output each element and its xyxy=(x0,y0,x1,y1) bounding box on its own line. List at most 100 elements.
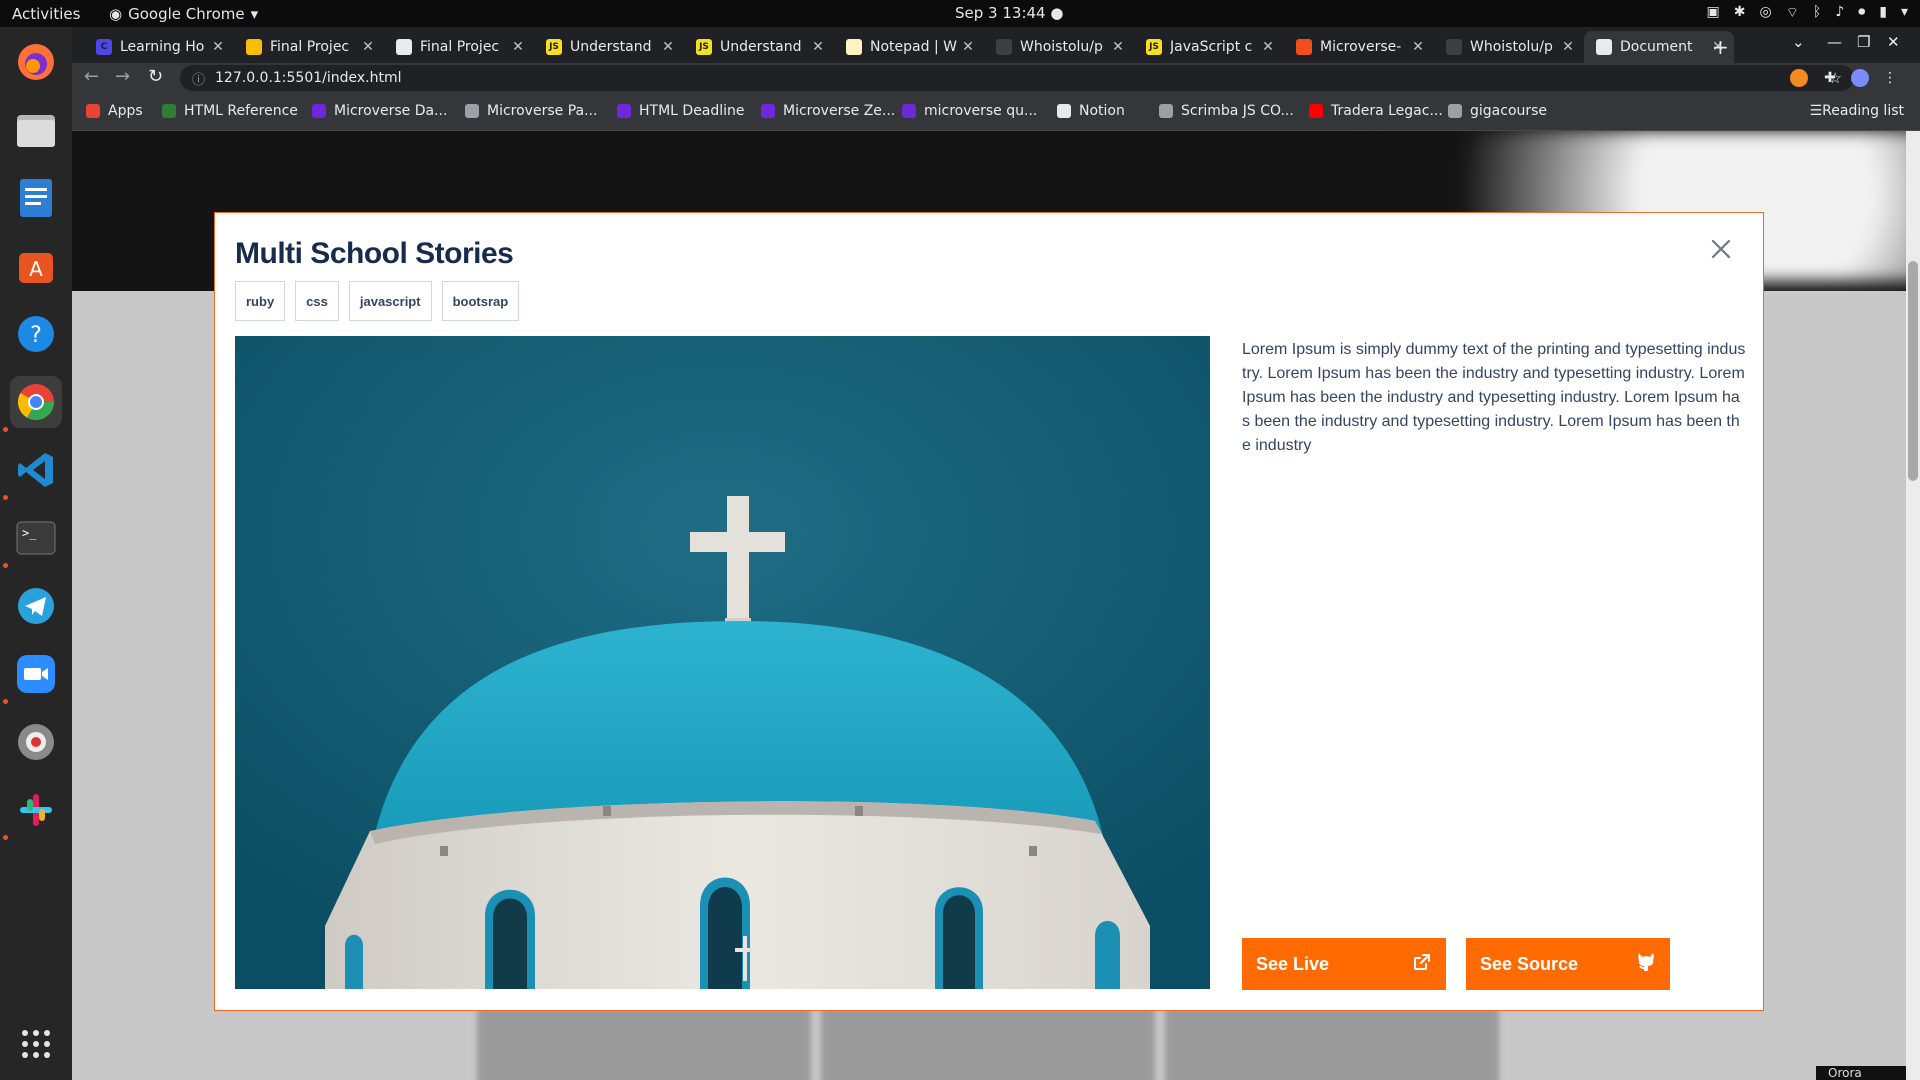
telegram-icon[interactable] xyxy=(10,580,62,632)
bookmark-item[interactable]: Scrimba JS CO... xyxy=(1159,103,1294,119)
maximize-icon[interactable]: ❐ xyxy=(1857,33,1870,51)
volume-icon[interactable]: ♪ xyxy=(1835,4,1844,22)
scrollbar-thumb[interactable] xyxy=(1908,261,1918,481)
running-indicator xyxy=(3,699,8,704)
slack-tray-icon[interactable]: ✱ xyxy=(1734,4,1746,22)
forward-icon[interactable]: → xyxy=(115,66,130,87)
tab-close-icon[interactable]: ✕ xyxy=(1558,39,1578,55)
extension-icon[interactable] xyxy=(1790,69,1808,87)
tab-title: Final Projec xyxy=(270,39,350,55)
terminal-icon[interactable]: >_ xyxy=(10,512,62,564)
tab-close-icon[interactable]: ✕ xyxy=(208,39,228,55)
extensions-puzzle-icon[interactable]: ✚ xyxy=(1821,69,1839,87)
power-menu-icon[interactable]: ▾ xyxy=(1901,4,1908,22)
vscode-icon[interactable] xyxy=(10,444,62,496)
tab-title: Microverse- xyxy=(1320,39,1402,55)
app-menu[interactable]: ◉ Google Chrome ▾ xyxy=(109,5,258,23)
ubuntu-software-icon[interactable]: A xyxy=(10,240,62,292)
see-live-button[interactable]: See Live xyxy=(1242,938,1446,990)
wifi-icon[interactable]: ⌔ xyxy=(1786,4,1799,22)
bookmark-label: HTML Deadline xyxy=(639,103,745,119)
tab-close-icon[interactable]: ✕ xyxy=(1258,39,1278,55)
profile-avatar[interactable] xyxy=(1851,69,1869,87)
reading-list-button[interactable]: ☰ Reading list xyxy=(1810,103,1904,119)
bookmark-item[interactable]: gigacourse xyxy=(1448,103,1547,119)
tab-title: Final Projec xyxy=(420,39,500,55)
mic-icon[interactable]: ⏺ xyxy=(1858,4,1865,22)
tab-close-icon[interactable]: ✕ xyxy=(358,39,378,55)
tab-6[interactable]: Whoistolu/p ✕ xyxy=(984,31,1134,63)
tab-close-icon[interactable]: ✕ xyxy=(1108,39,1128,55)
site-info-icon[interactable]: ⓘ xyxy=(192,69,205,88)
tab-close-icon[interactable]: ✕ xyxy=(1408,39,1428,55)
minimize-icon[interactable]: — xyxy=(1827,33,1842,51)
new-tab-icon[interactable]: + xyxy=(1712,35,1729,59)
external-link-icon xyxy=(1412,952,1432,977)
tab-0[interactable]: C Learning Ho ✕ xyxy=(84,31,234,63)
firefox-icon[interactable] xyxy=(10,36,62,88)
bookmark-item[interactable]: Microverse Pa... xyxy=(465,103,597,119)
tab-close-icon[interactable]: ✕ xyxy=(958,39,978,55)
tab-favicon-icon: JS xyxy=(696,39,712,55)
tab-4[interactable]: JS Understand ✕ xyxy=(684,31,834,63)
apps-grid-icon xyxy=(86,104,100,118)
bookmark-item[interactable]: Tradera Legac... xyxy=(1309,103,1443,119)
window-close-icon[interactable]: ✕ xyxy=(1887,33,1900,51)
tab-1[interactable]: Final Projec ✕ xyxy=(234,31,384,63)
google-chrome-icon[interactable] xyxy=(10,376,62,428)
back-icon[interactable]: ← xyxy=(84,66,99,87)
corner-label: Orora xyxy=(1816,1066,1906,1080)
chrome-tray-icon[interactable]: ◎ xyxy=(1760,4,1772,22)
background-project-cards xyxy=(477,1006,1499,1080)
bookmark-item[interactable]: HTML Deadline xyxy=(617,103,745,119)
clock[interactable]: Sep 3 13:44 ● xyxy=(955,4,1063,22)
tab-8[interactable]: Microverse- ✕ xyxy=(1284,31,1434,63)
bluetooth-icon[interactable]: ᛒ xyxy=(1813,4,1821,22)
bookmark-label: Notion xyxy=(1079,103,1125,119)
running-indicator xyxy=(3,495,8,500)
bookmark-item[interactable]: HTML Reference xyxy=(162,103,298,119)
tab-3[interactable]: JS Understand ✕ xyxy=(534,31,684,63)
bookmark-item[interactable]: microverse qu... xyxy=(902,103,1037,119)
bookmarks-bar: Apps HTML Reference Microverse Da... Microv… xyxy=(72,93,1920,131)
github-icon xyxy=(1636,951,1656,978)
tab-close-icon[interactable]: ✕ xyxy=(808,39,828,55)
bookmark-favicon-icon xyxy=(761,104,775,118)
tab-strip: C Learning Ho ✕ Final Projec ✕ Final Projec ✕ J… xyxy=(72,27,1920,63)
bookmark-item[interactable]: Notion xyxy=(1057,103,1125,119)
system-tray[interactable]: ▣ ✱ ◎ ⌔ ᛒ ♪ ⏺ ▮ ▾ xyxy=(1707,4,1908,22)
tab-title: JavaScript c xyxy=(1170,39,1253,55)
bookmark-item[interactable]: Microverse Da... xyxy=(312,103,447,119)
kebab-menu-icon[interactable]: ⋮ xyxy=(1881,69,1899,87)
tab-2[interactable]: Final Projec ✕ xyxy=(384,31,534,63)
screenshot-icon[interactable] xyxy=(10,716,62,768)
tab-search-icon[interactable]: ⌄ xyxy=(1792,33,1805,51)
tab-9[interactable]: Whoistolu/p ✕ xyxy=(1434,31,1584,63)
tab-7[interactable]: JS JavaScript c ✕ xyxy=(1134,31,1284,63)
zoom-tray-icon[interactable]: ▣ xyxy=(1707,4,1720,22)
tab-close-icon[interactable]: ✕ xyxy=(508,39,528,55)
help-icon[interactable]: ? xyxy=(10,308,62,360)
tab-title: Whoistolu/p xyxy=(1020,39,1103,55)
libreoffice-writer-icon[interactable] xyxy=(10,172,62,224)
bookmark-label: gigacourse xyxy=(1470,103,1548,119)
battery-icon[interactable]: ▮ xyxy=(1879,4,1887,22)
zoom-icon[interactable] xyxy=(10,648,62,700)
modal-title: Multi School Stories xyxy=(235,237,514,270)
files-icon[interactable] xyxy=(10,104,62,156)
address-bar[interactable]: ⓘ 127.0.0.1:5501/index.html ☆ xyxy=(180,65,1854,91)
slack-icon[interactable] xyxy=(10,784,62,836)
reload-icon[interactable]: ↻ xyxy=(148,66,163,87)
bookmark-item[interactable]: Apps xyxy=(86,103,143,119)
see-source-button[interactable]: See Source xyxy=(1466,938,1670,990)
svg-text:A: A xyxy=(29,257,43,281)
close-icon[interactable] xyxy=(1709,237,1733,261)
activities-button[interactable]: Activities xyxy=(12,5,80,23)
url-text: 127.0.0.1:5501/index.html xyxy=(215,70,402,86)
tab-close-icon[interactable]: ✕ xyxy=(658,39,678,55)
bookmark-item[interactable]: Microverse Ze... xyxy=(761,103,895,119)
show-apps-grid-icon[interactable] xyxy=(10,1018,62,1070)
page-scrollbar[interactable] xyxy=(1906,131,1920,1080)
tab-favicon-icon xyxy=(1296,39,1312,55)
tab-5[interactable]: Notepad | W ✕ xyxy=(834,31,984,63)
